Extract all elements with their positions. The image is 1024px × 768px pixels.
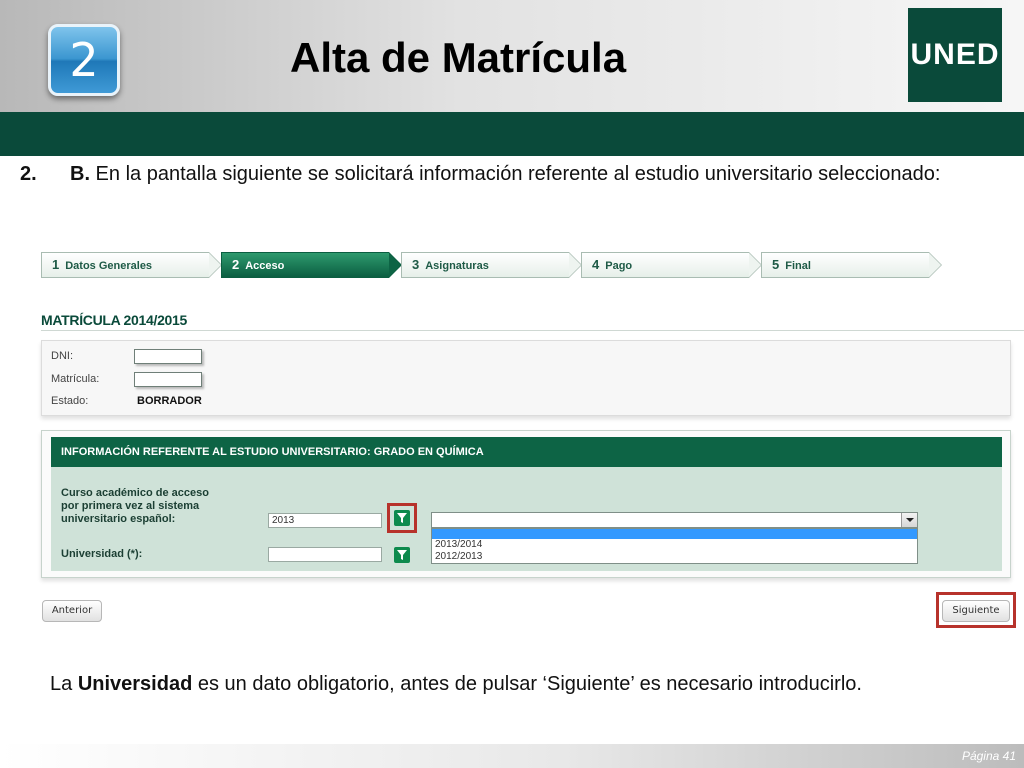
curso-filter-button[interactable] <box>394 510 410 526</box>
wizard-step-label: Final <box>785 260 811 272</box>
universidad-label: Universidad (*): <box>61 548 143 560</box>
study-info-panel: INFORMACIÓN REFERENTE AL ESTUDIO UNIVERS… <box>41 430 1011 578</box>
footer-bar <box>0 744 1024 768</box>
note-text: La Universidad es un dato obligatorio, a… <box>50 670 1010 698</box>
siguiente-button[interactable]: Siguiente <box>942 600 1010 622</box>
wizard-step-label: Datos Generales <box>65 260 153 272</box>
study-info-body: Curso académico de acceso por primera ve… <box>51 467 1002 571</box>
curso-dropdown-list: 2013/2014 2012/2013 <box>431 528 918 564</box>
wizard-step-pago[interactable]: 4 Pago <box>581 252 762 278</box>
note-after: es un dato obligatorio, antes de pulsar … <box>192 673 862 695</box>
curso-select[interactable] <box>431 512 918 528</box>
wizard-step-number: 5 <box>772 257 780 272</box>
curso-acceso-label: Curso académico de acceso por primera ve… <box>61 487 209 526</box>
slide-title: Alta de Matrícula <box>290 34 627 81</box>
dropdown-option-selected[interactable] <box>432 529 917 539</box>
step-number-badge: 2 <box>48 24 120 96</box>
identification-box: DNI: Matrícula: Estado: BORRADOR <box>41 340 1011 416</box>
funnel-icon <box>397 550 407 560</box>
wizard-step-number: 1 <box>52 257 60 272</box>
instruction-sentence: En la pantalla siguiente se solicitará i… <box>90 163 941 185</box>
form-title-divider <box>41 330 1024 331</box>
page-number: Página 41 <box>961 749 1016 763</box>
dropdown-option-2012-2013[interactable]: 2012/2013 <box>432 551 917 563</box>
note-bold: Universidad <box>77 673 193 695</box>
matricula-input[interactable] <box>134 372 202 387</box>
form-title: MATRÍCULA 2014/2015 <box>41 312 188 328</box>
wizard-step-label: Pago <box>605 260 633 272</box>
universidad-input[interactable] <box>268 547 382 562</box>
wizard-step-asignaturas[interactable]: 3 Asignaturas <box>401 252 582 278</box>
dropdown-option-2013-2014[interactable]: 2013/2014 <box>432 539 917 551</box>
estado-label: Estado: <box>51 395 89 407</box>
note-before: La <box>50 673 78 695</box>
wizard-step-number: 3 <box>412 257 420 272</box>
instruction-letter: B. <box>70 163 90 185</box>
estado-value: BORRADOR <box>137 395 202 407</box>
universidad-filter-button[interactable] <box>394 547 410 563</box>
wizard-step-label: Asignaturas <box>425 260 489 272</box>
wizard-step-final[interactable]: 5 Final <box>761 252 942 278</box>
curso-acceso-label-line: por primera vez al sistema <box>61 500 200 512</box>
dni-input[interactable] <box>134 349 202 364</box>
curso-acceso-label-line: universitario español: <box>61 513 176 525</box>
wizard-step-datos-generales[interactable]: 1 Datos Generales <box>41 252 222 278</box>
anterior-button[interactable]: Anterior <box>42 600 102 622</box>
funnel-icon <box>397 513 407 523</box>
header-band <box>0 112 1024 156</box>
dni-label: DNI: <box>51 350 73 362</box>
instruction-number: 2. <box>20 163 37 185</box>
curso-acceso-label-line: Curso académico de acceso <box>61 487 209 499</box>
uned-logo: UNED <box>908 8 1002 102</box>
wizard-step-acceso[interactable]: 2 Acceso <box>221 252 402 278</box>
wizard-step-number: 2 <box>232 257 240 272</box>
instruction-body: B. En la pantalla siguiente se solicitar… <box>70 160 1010 189</box>
matricula-label: Matrícula: <box>51 373 100 385</box>
wizard-step-label: Acceso <box>245 260 285 272</box>
chevron-down-icon[interactable] <box>901 513 917 527</box>
wizard-step-number: 4 <box>592 257 600 272</box>
study-info-header: INFORMACIÓN REFERENTE AL ESTUDIO UNIVERS… <box>51 437 1002 467</box>
curso-acceso-input[interactable]: 2013 <box>268 513 382 528</box>
